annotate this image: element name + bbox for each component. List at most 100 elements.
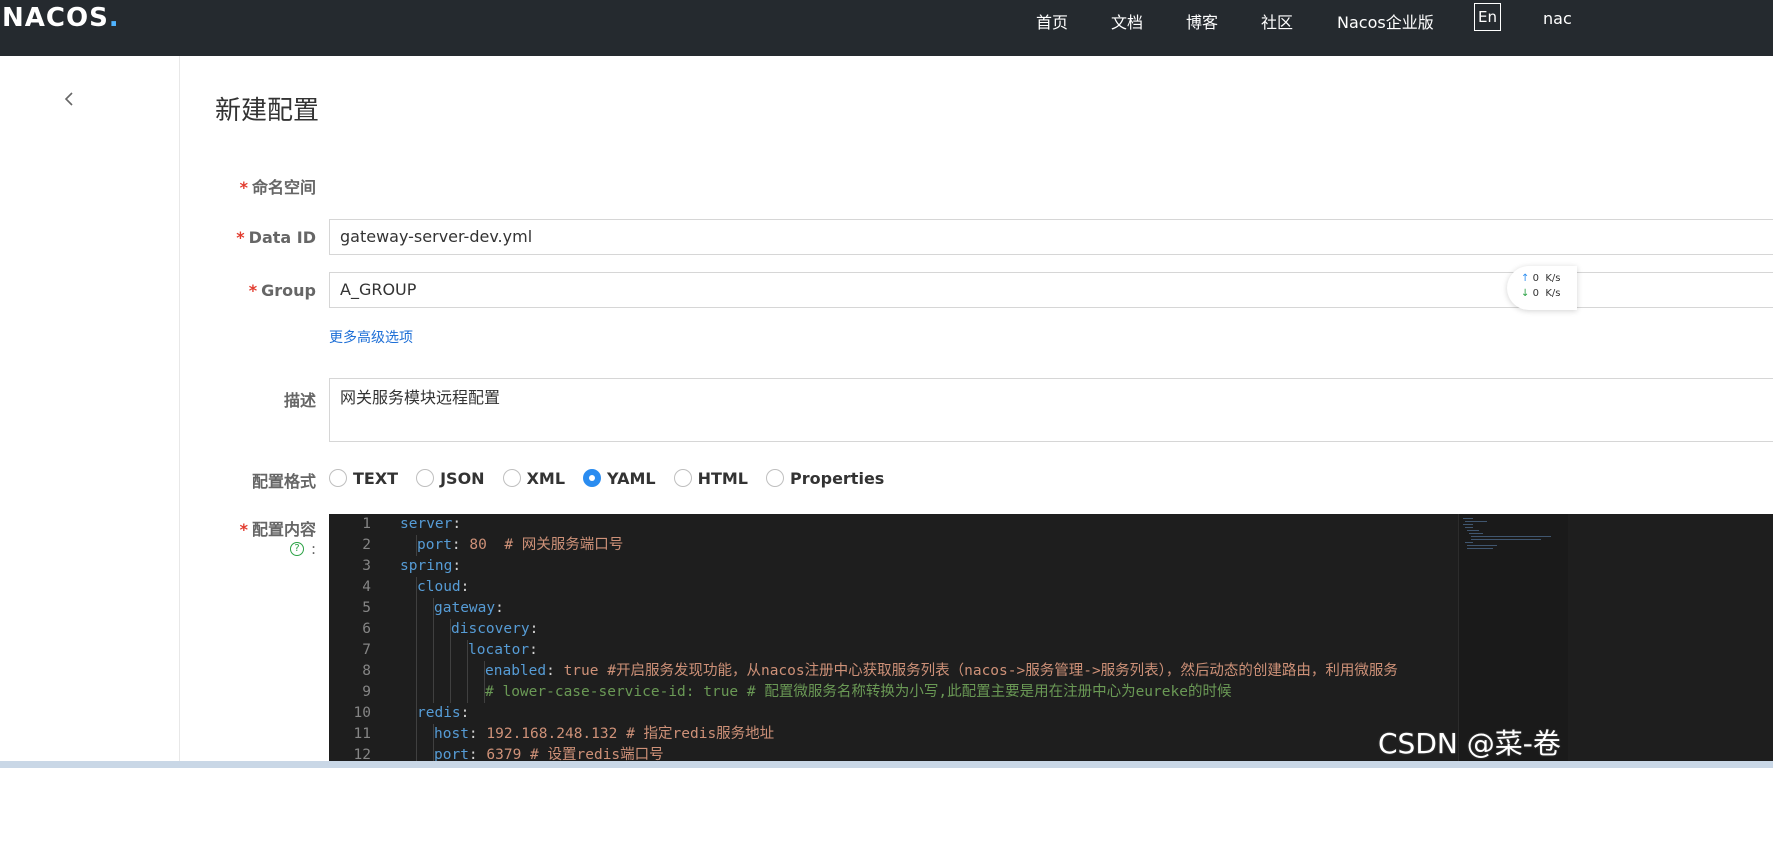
code-text: spring:	[400, 558, 462, 574]
indent-guide	[433, 724, 434, 745]
format-radio-json[interactable]: JSON	[416, 469, 485, 488]
minimap-line	[1471, 536, 1551, 537]
format-radio-properties[interactable]: Properties	[766, 469, 884, 488]
indent-guide	[467, 661, 468, 682]
minimap-line	[1467, 548, 1493, 549]
description-textarea[interactable]: 网关服务模块远程配置	[329, 378, 1773, 442]
radio-circle-icon[interactable]	[502, 469, 521, 487]
line-number: 10	[353, 705, 371, 721]
nacos-logo[interactable]: NACOS.	[2, 3, 120, 33]
line-number: 3	[362, 558, 371, 574]
language-toggle-button[interactable]: En	[1474, 3, 1501, 31]
minimap-line	[1467, 545, 1497, 546]
user-menu[interactable]: nac	[1543, 9, 1572, 28]
nav-docs[interactable]: 文档	[1111, 9, 1143, 33]
indent-guide	[450, 640, 451, 661]
indent-guide	[416, 619, 417, 640]
minimap-line	[1471, 539, 1541, 540]
nav-home[interactable]: 首页	[1036, 9, 1068, 33]
description-label: 描述	[283, 391, 316, 410]
download-arrow-icon: ↓	[1521, 288, 1530, 299]
minimap-line	[1465, 521, 1487, 522]
indent-guide	[433, 682, 434, 703]
radio-checked-icon[interactable]	[583, 469, 602, 487]
code-text: # lower-case-service-id: true # 配置微服务名称转…	[485, 684, 1232, 700]
minimap-line	[1463, 524, 1473, 525]
code-text: server:	[400, 516, 462, 532]
indent-guide	[416, 703, 417, 724]
csdn-watermark: CSDN @菜-卷	[1378, 727, 1561, 760]
network-speed-widget: ↑ 0 K/s ↓ 0 K/s	[1507, 266, 1577, 310]
logo-dot: .	[108, 3, 120, 33]
line-number: 2	[362, 537, 371, 553]
top-navbar: NACOS. 首页 文档 博客 社区 Nacos企业版 En nac	[0, 0, 1773, 56]
nav-blog[interactable]: 博客	[1186, 9, 1218, 33]
indent-guide	[467, 640, 468, 661]
radio-circle-icon[interactable]	[329, 469, 347, 487]
line-number: 1	[362, 516, 371, 532]
format-radio-xml[interactable]: XML	[502, 469, 565, 488]
logo-text: NACOS	[2, 3, 109, 33]
indent-guide	[416, 745, 417, 761]
radio-circle-icon[interactable]	[416, 469, 435, 487]
indent-guide	[416, 640, 417, 661]
minimap-line	[1465, 527, 1473, 528]
radio-circle-icon[interactable]	[766, 469, 784, 487]
format-radio-yaml[interactable]: YAML	[583, 469, 656, 488]
minimap-line	[1469, 533, 1483, 534]
line-number: 12	[353, 747, 371, 761]
upload-arrow-icon: ↑	[1521, 273, 1530, 284]
download-speed: ↓ 0 K/s	[1521, 288, 1561, 299]
indent-guide	[450, 661, 451, 682]
line-number: 8	[362, 663, 371, 679]
namespace-label: * 命名空间	[239, 178, 316, 197]
content-label: * 配置内容	[239, 520, 316, 539]
format-radio-html[interactable]: HTML	[673, 469, 748, 488]
line-number: 4	[362, 579, 371, 595]
help-colon: :	[311, 540, 317, 558]
format-radio-group: TEXT JSON XML YAML HTML Properties	[329, 466, 902, 490]
chevron-left-icon[interactable]	[62, 90, 78, 108]
indent-guide	[416, 682, 417, 703]
line-number: 11	[353, 726, 371, 742]
code-text: port: 6379 # 设置redis端口号	[434, 747, 664, 761]
bottom-blank-area	[0, 768, 1773, 867]
indent-guide	[433, 619, 434, 640]
line-number: 6	[362, 621, 371, 637]
code-text: discovery:	[451, 621, 539, 637]
data-id-label: * Data ID	[236, 228, 316, 247]
help-question-icon[interactable]: ?	[290, 542, 304, 556]
minimap-line	[1463, 518, 1473, 519]
bottom-border-strip	[0, 761, 1773, 768]
sidebar	[0, 56, 180, 867]
indent-guide	[416, 577, 417, 598]
indent-guide	[416, 598, 417, 619]
nav-enterprise[interactable]: Nacos企业版	[1337, 9, 1434, 33]
code-text: locator:	[468, 642, 538, 658]
indent-guide	[467, 682, 468, 703]
format-label: 配置格式	[251, 472, 316, 491]
line-number: 5	[362, 600, 371, 616]
code-text: host: 192.168.248.132 # 指定redis服务地址	[434, 726, 775, 742]
indent-guide	[416, 661, 417, 682]
indent-guide	[450, 682, 451, 703]
format-radio-text[interactable]: TEXT	[329, 469, 398, 488]
indent-guide	[484, 661, 485, 682]
indent-guide	[433, 598, 434, 619]
data-id-input[interactable]: gateway-server-dev.yml	[329, 219, 1773, 255]
indent-guide	[450, 619, 451, 640]
indent-guide	[484, 682, 485, 703]
line-number: 7	[362, 642, 371, 658]
code-text: redis:	[417, 705, 470, 721]
indent-guide	[416, 724, 417, 745]
line-number: 9	[362, 684, 371, 700]
minimap-line	[1465, 542, 1473, 543]
code-text: gateway:	[434, 600, 504, 616]
nav-community[interactable]: 社区	[1261, 9, 1293, 33]
group-label: * Group	[248, 281, 316, 300]
advanced-options-link[interactable]: 更多高级选项	[329, 327, 413, 347]
code-text: enabled: true #开启服务发现功能，从nacos注册中心获取服务列表…	[485, 663, 1398, 679]
radio-circle-icon[interactable]	[673, 469, 692, 487]
page-title: 新建配置	[215, 96, 320, 126]
upload-speed: ↑ 0 K/s	[1521, 273, 1561, 284]
